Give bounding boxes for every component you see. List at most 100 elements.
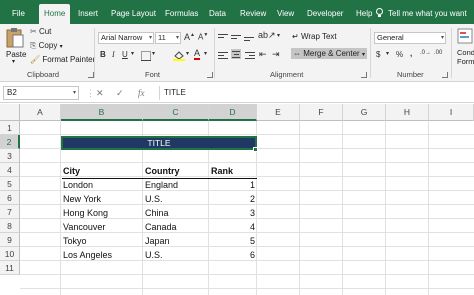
chevron-down-icon[interactable]: ▾ xyxy=(186,50,189,57)
percent-button[interactable]: % xyxy=(396,50,403,59)
header-rank[interactable]: Rank xyxy=(211,164,233,178)
number-format-select[interactable]: General ▾ xyxy=(374,32,446,44)
cell-rank[interactable]: 2 xyxy=(215,192,255,206)
decrease-decimal-icon[interactable]: .00 xyxy=(434,50,442,56)
align-left-icon[interactable] xyxy=(218,50,228,60)
column-header-i[interactable]: I xyxy=(429,104,474,121)
row-header-5[interactable]: 5 xyxy=(0,177,20,191)
cell-city[interactable]: New York xyxy=(63,192,101,206)
number-launcher-icon[interactable] xyxy=(442,72,448,78)
cancel-icon[interactable]: ✕ xyxy=(96,86,104,100)
formula-input[interactable]: TITLE xyxy=(159,86,474,100)
font-launcher-icon[interactable] xyxy=(207,72,213,78)
tab-review[interactable]: Review xyxy=(240,4,266,24)
row-header-6[interactable]: 6 xyxy=(0,191,20,205)
fill-handle[interactable] xyxy=(253,147,258,152)
cell-country[interactable]: Canada xyxy=(145,220,177,234)
row-header-3[interactable]: 3 xyxy=(0,149,20,163)
conditional-formatting-button[interactable]: Cond Form xyxy=(455,28,474,68)
bold-button[interactable]: B xyxy=(100,50,106,59)
cell-city[interactable]: Vancouver xyxy=(63,220,105,234)
row-header-11[interactable]: 11 xyxy=(0,261,20,275)
column-header-c[interactable]: C xyxy=(143,104,209,121)
tab-page-layout[interactable]: Page Layout xyxy=(111,4,156,24)
row-header-10[interactable]: 10 xyxy=(0,247,20,261)
cell-country[interactable]: Japan xyxy=(145,234,170,248)
align-right-icon[interactable] xyxy=(245,50,255,60)
row-header-7[interactable]: 7 xyxy=(0,205,20,219)
format-painter-button[interactable]: 🖌 Format Painter xyxy=(30,55,95,64)
name-box[interactable]: B2 ▾ xyxy=(3,86,79,100)
column-header-f[interactable]: F xyxy=(300,104,343,121)
tab-data[interactable]: Data xyxy=(209,4,226,24)
orientation-icon[interactable]: ab↗ xyxy=(258,30,276,41)
cell-country[interactable]: U.S. xyxy=(145,192,163,206)
row-header-9[interactable]: 9 xyxy=(0,233,20,247)
column-header-b[interactable]: B xyxy=(61,104,143,121)
tell-me-search[interactable]: Tell me what you want xyxy=(375,4,467,24)
increase-font-icon[interactable]: A▲ xyxy=(184,32,195,42)
cell-rank[interactable]: 6 xyxy=(215,248,255,262)
tab-developer[interactable]: Developer xyxy=(307,4,343,24)
fill-color-icon[interactable] xyxy=(173,50,185,61)
chevron-down-icon[interactable]: ▾ xyxy=(131,50,134,57)
alignment-launcher-icon[interactable] xyxy=(361,72,367,78)
cell-city[interactable]: Los Angeles xyxy=(63,248,112,262)
column-header-e[interactable]: E xyxy=(257,104,300,121)
decrease-font-icon[interactable]: A▼ xyxy=(198,32,208,42)
row-header-1[interactable]: 1 xyxy=(0,121,20,135)
column-header-h[interactable]: H xyxy=(386,104,429,121)
font-size-select[interactable]: 11 ▾ xyxy=(155,32,181,44)
title-cell[interactable]: TITLE xyxy=(61,136,257,150)
insert-function-icon[interactable]: fx xyxy=(138,86,145,100)
enter-icon[interactable]: ✓ xyxy=(116,86,124,100)
cell-country[interactable]: U.S. xyxy=(145,248,163,262)
font-color-icon[interactable]: A xyxy=(194,48,201,60)
chevron-down-icon[interactable]: ▾ xyxy=(386,50,389,57)
paste-button[interactable]: Paste ▾ xyxy=(4,27,26,67)
align-top-icon[interactable] xyxy=(218,32,228,42)
italic-button[interactable]: I xyxy=(112,50,115,59)
tab-formulas[interactable]: Formulas xyxy=(165,4,198,24)
cell-rank[interactable]: 1 xyxy=(215,178,255,192)
wrap-text-button[interactable]: ↵ Wrap Text xyxy=(292,32,337,41)
underline-button[interactable]: U xyxy=(122,50,128,59)
align-middle-icon[interactable] xyxy=(231,32,241,42)
column-header-a[interactable]: A xyxy=(20,104,61,121)
tab-file[interactable]: File xyxy=(12,4,25,24)
increase-decimal-icon[interactable]: .0→ xyxy=(420,50,431,56)
cell-rank[interactable]: 3 xyxy=(215,206,255,220)
increase-indent-icon[interactable]: ⇥ xyxy=(272,49,280,60)
cell-city[interactable]: London xyxy=(63,178,93,192)
cell-city[interactable]: Tokyo xyxy=(63,234,87,248)
font-family-select[interactable]: Arial Narrow ▾ xyxy=(98,32,154,44)
header-country[interactable]: Country xyxy=(145,164,180,178)
cell-city[interactable]: Hong Kong xyxy=(63,206,108,220)
column-header-g[interactable]: G xyxy=(343,104,386,121)
tab-help[interactable]: Help xyxy=(356,4,372,24)
align-bottom-icon[interactable] xyxy=(244,32,254,42)
cell-rank[interactable]: 5 xyxy=(215,234,255,248)
chevron-down-icon[interactable]: ▾ xyxy=(204,50,207,57)
header-city[interactable]: City xyxy=(63,164,80,178)
column-header-d[interactable]: D xyxy=(209,104,257,121)
comma-button[interactable]: , xyxy=(410,49,412,58)
row-header-8[interactable]: 8 xyxy=(0,219,20,233)
merge-center-button[interactable]: ⇔ Merge & Center ▾ xyxy=(291,48,367,59)
cell-rank[interactable]: 4 xyxy=(215,220,255,234)
borders-icon[interactable] xyxy=(141,51,151,61)
tab-insert[interactable]: Insert xyxy=(78,4,98,24)
row-header-4[interactable]: 4 xyxy=(0,163,20,177)
cell-country[interactable]: England xyxy=(145,178,178,192)
tab-home[interactable]: Home xyxy=(39,4,71,24)
copy-button[interactable]: ⎘ Copy ▾ xyxy=(30,41,63,51)
decrease-indent-icon[interactable]: ⇤ xyxy=(259,49,267,60)
cut-button[interactable]: ✂ Cut xyxy=(30,27,51,36)
chevron-down-icon[interactable]: ▾ xyxy=(277,32,280,39)
cell-country[interactable]: China xyxy=(145,206,169,220)
align-center-icon[interactable] xyxy=(231,49,241,59)
chevron-down-icon[interactable]: ▾ xyxy=(152,50,155,57)
currency-button[interactable]: $ xyxy=(376,50,380,59)
tab-view[interactable]: View xyxy=(277,4,294,24)
row-header-2[interactable]: 2 xyxy=(0,135,20,149)
